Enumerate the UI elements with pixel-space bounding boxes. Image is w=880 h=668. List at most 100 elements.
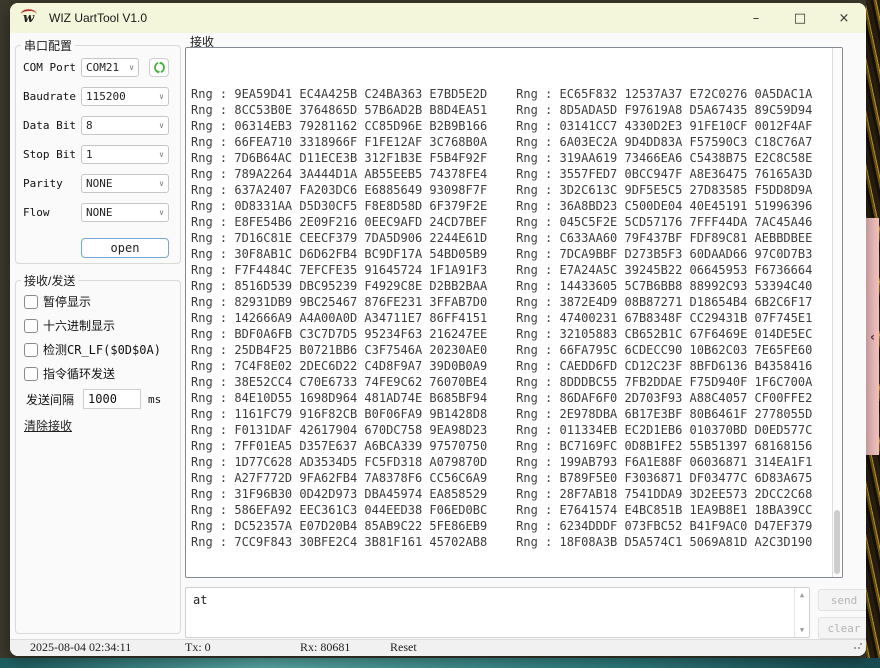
rng-entry-right: Rng : 18F08A3B D5A574C1 5069A81D A2C3D19… xyxy=(516,535,812,549)
rng-entry-right: Rng : 7DCA9BBF D273B5F3 60DAAD66 97C0D7B… xyxy=(516,247,812,261)
rng-line: Rng : DC52357A E07D20B4 85AB9C22 5FE86EB… xyxy=(191,518,842,534)
rng-line: Rng : 9EA59D41 EC4A425B C24BA363 E7BD5E2… xyxy=(191,86,842,102)
rng-line: Rng : 8CC53B0E 3764865D 57B6AD2B B8D4EA5… xyxy=(191,102,842,118)
rng-entry-right: Rng : 8DDDBC55 7FB2DDAE F75D940F 1F6C700… xyxy=(516,375,812,389)
stopbit-row: Stop Bit 1 ∨ xyxy=(23,145,180,163)
rng-entry-left: Rng : 1161FC79 916F82CB B0F06FA9 9B1428D… xyxy=(191,407,487,421)
send-scrollbar[interactable]: ▲ ▼ xyxy=(794,588,809,637)
receive-log-box[interactable]: Rng : 9EA59D41 EC4A425B C24BA363 E7BD5E2… xyxy=(185,47,843,578)
scroll-up-icon[interactable]: ▲ xyxy=(800,591,804,599)
rng-entry-left: Rng : 7D6B64AC D11ECE3B 312F1B3E F5B4F92… xyxy=(191,151,487,165)
rng-line: Rng : 25DB4F25 B0721BB6 C3F7546A 20230AE… xyxy=(191,342,842,358)
rng-line: Rng : 66FEA710 3318966F F1FE12AF 3C768B0… xyxy=(191,134,842,150)
resize-grip[interactable] xyxy=(853,640,863,650)
rng-line: Rng : 1161FC79 916F82CB B0F06FA9 9B1428D… xyxy=(191,406,842,422)
parity-value: NONE xyxy=(86,177,113,190)
rng-entry-right: Rng : B789F5E0 F3036871 DF03477C 6D83A67… xyxy=(516,471,812,485)
client-area: 串口配置 COM Port COM21 ∨ xyxy=(10,33,866,640)
taskbar-strip xyxy=(0,658,880,668)
rng-line: Rng : 586EFA92 EEC361C3 044EED38 F06ED0B… xyxy=(191,502,842,518)
rng-line: Rng : 31F96B30 0D42D973 DBA45974 EA85852… xyxy=(191,486,842,502)
rng-entry-left: Rng : DC52357A E07D20B4 85AB9C22 5FE86EB… xyxy=(191,519,487,533)
rng-entry-right: Rng : 011334EB EC2D1EB6 010370BD D0ED577… xyxy=(516,423,812,437)
chevron-down-icon: ∨ xyxy=(159,179,164,188)
refresh-ports-button[interactable] xyxy=(149,58,169,77)
rng-entry-left: Rng : E8FE54B6 2E09F216 0EEC9AFD 24CD7BE… xyxy=(191,215,487,229)
rng-entry-right: Rng : C633AA60 79F437BF FDF89C81 AEBBDBE… xyxy=(516,231,812,245)
status-rx-count: Rx: 80681 xyxy=(300,640,350,655)
minimize-button[interactable]: – xyxy=(734,3,778,33)
com-port-label: COM Port xyxy=(23,61,81,74)
parity-select[interactable]: NONE ∨ xyxy=(81,174,169,193)
rng-line: Rng : 82931DB9 9BC25467 876FE231 3FFAB7D… xyxy=(191,294,842,310)
rng-line: Rng : E8FE54B6 2E09F216 0EEC9AFD 24CD7BE… xyxy=(191,214,842,230)
rxtx-options-group: 接收/发送 暂停显示 十六进制显示 检测CR_LF($0D$0A) xyxy=(15,280,181,634)
checkbox-icon[interactable] xyxy=(24,319,38,333)
receive-log: Rng : 9EA59D41 EC4A425B C24BA363 E7BD5E2… xyxy=(186,48,842,550)
send-interval-input[interactable] xyxy=(83,389,141,409)
checkbox-icon[interactable] xyxy=(24,367,38,381)
baudrate-select[interactable]: 115200 ∨ xyxy=(81,87,169,106)
checkbox-icon[interactable] xyxy=(24,295,38,309)
receive-scrollbar[interactable] xyxy=(832,48,842,577)
rng-entry-left: Rng : BDF0A6FB C3C7D7D5 95234F63 216247E… xyxy=(191,327,487,341)
baudrate-row: Baudrate 115200 ∨ xyxy=(23,87,180,105)
flow-select[interactable]: NONE ∨ xyxy=(81,203,169,222)
rng-entry-right: Rng : 47400231 67B8348F CC29431B 07F745E… xyxy=(516,311,812,325)
scrollbar-thumb[interactable] xyxy=(834,510,840,574)
titlebar[interactable]: w WIZ UartTool V1.0 – □ × xyxy=(10,3,866,33)
clear-button[interactable]: clear xyxy=(818,617,866,639)
loop-send-checkbox-row[interactable]: 指令循环发送 xyxy=(24,365,180,382)
detect-crlf-label: 检测CR_LF($0D$0A) xyxy=(43,341,161,358)
status-tx-count: Tx: 0 xyxy=(185,640,211,655)
send-input-box[interactable]: at ▲ ▼ xyxy=(185,587,810,638)
rng-entry-right: Rng : CAEDD6FD CD12C23F 8BFD6136 B435841… xyxy=(516,359,812,373)
stopbit-value: 1 xyxy=(86,148,93,161)
maximize-button[interactable]: □ xyxy=(778,3,822,33)
detect-crlf-checkbox-row[interactable]: 检测CR_LF($0D$0A) xyxy=(24,341,180,358)
rng-entry-left: Rng : A27F772D 9FA62FB4 7A8378F6 CC56C6A… xyxy=(191,471,487,485)
rng-entry-left: Rng : 82931DB9 9BC25467 876FE231 3FFAB7D… xyxy=(191,295,487,309)
rng-entry-left: Rng : 30F8AB1C D6D62FB4 BC9DF17A 54BD05B… xyxy=(191,247,487,261)
open-port-button[interactable]: open xyxy=(81,238,169,258)
close-button[interactable]: × xyxy=(822,3,866,33)
pause-display-checkbox-row[interactable]: 暂停显示 xyxy=(24,293,180,310)
rng-line: Rng : 7CC9F843 30BFE2C4 3B81F161 45702AB… xyxy=(191,534,842,550)
rng-entry-right: Rng : 6234DDDF 073FBC52 B41F9AC0 D47EF37… xyxy=(516,519,812,533)
checkbox-icon[interactable] xyxy=(24,343,38,357)
rng-entry-right: Rng : 03141CC7 4330D2E3 91FE10CF 0012F4A… xyxy=(516,119,812,133)
status-reset[interactable]: Reset xyxy=(390,640,417,655)
rng-entry-right: Rng : 32105883 CB652B1C 67F6469E 014DE5E… xyxy=(516,327,812,341)
databit-select[interactable]: 8 ∨ xyxy=(81,116,169,135)
chevron-down-icon: ∨ xyxy=(159,121,164,130)
rng-entry-left: Rng : 789A2264 3A444D1A AB55EEB5 74378FE… xyxy=(191,167,487,181)
baudrate-value: 115200 xyxy=(86,90,126,103)
stopbit-select[interactable]: 1 ∨ xyxy=(81,145,169,164)
rng-entry-left: Rng : F7F4484C 7EFCFE35 91645724 1F1A91F… xyxy=(191,263,487,277)
com-port-select[interactable]: COM21 ∨ xyxy=(81,58,139,77)
chevron-down-icon: ∨ xyxy=(129,63,134,72)
rng-entry-left: Rng : 06314EB3 79281162 CC85D96E B2B9B16… xyxy=(191,119,487,133)
chevron-down-icon: ∨ xyxy=(159,208,164,217)
rng-entry-left: Rng : 31F96B30 0D42D973 DBA45974 EA85852… xyxy=(191,487,487,501)
rng-entry-left: Rng : F0131DAF 42617904 670DC758 9EA98D2… xyxy=(191,423,487,437)
send-button[interactable]: send xyxy=(818,589,866,611)
baudrate-label: Baudrate xyxy=(23,90,81,103)
rng-entry-right: Rng : 8D5ADA5D F97619A8 D5A67435 89C59D9… xyxy=(516,103,812,117)
clear-receive-link[interactable]: 清除接收 xyxy=(24,417,72,434)
rng-entry-right: Rng : 6A03EC2A 9D4DD83A F57590C3 C18C76A… xyxy=(516,135,812,149)
hex-display-checkbox-row[interactable]: 十六进制显示 xyxy=(24,317,180,334)
rng-entry-left: Rng : 38E52CC4 C70E6733 74FE9C62 76070BE… xyxy=(191,375,487,389)
window-controls: – □ × xyxy=(734,3,866,33)
rng-line: Rng : 789A2264 3A444D1A AB55EEB5 74378FE… xyxy=(191,166,842,182)
rng-entry-right: Rng : 199AB793 F6A1E88F 06036871 314EA1F… xyxy=(516,455,812,469)
window-title: WIZ UartTool V1.0 xyxy=(49,11,147,25)
rng-entry-left: Rng : 637A2407 FA203DC6 E6885649 93098F7… xyxy=(191,183,487,197)
com-port-row: COM Port COM21 ∨ xyxy=(23,58,180,76)
parity-label: Parity xyxy=(23,177,81,190)
scroll-down-icon[interactable]: ▼ xyxy=(800,626,804,634)
pause-display-label: 暂停显示 xyxy=(43,293,91,310)
side-panel-collapse-handle[interactable]: ‹ xyxy=(866,218,879,455)
stopbit-label: Stop Bit xyxy=(23,148,81,161)
statusbar: 2025-08-04 02:34:11 Tx: 0 Rx: 80681 Rese… xyxy=(10,639,866,656)
